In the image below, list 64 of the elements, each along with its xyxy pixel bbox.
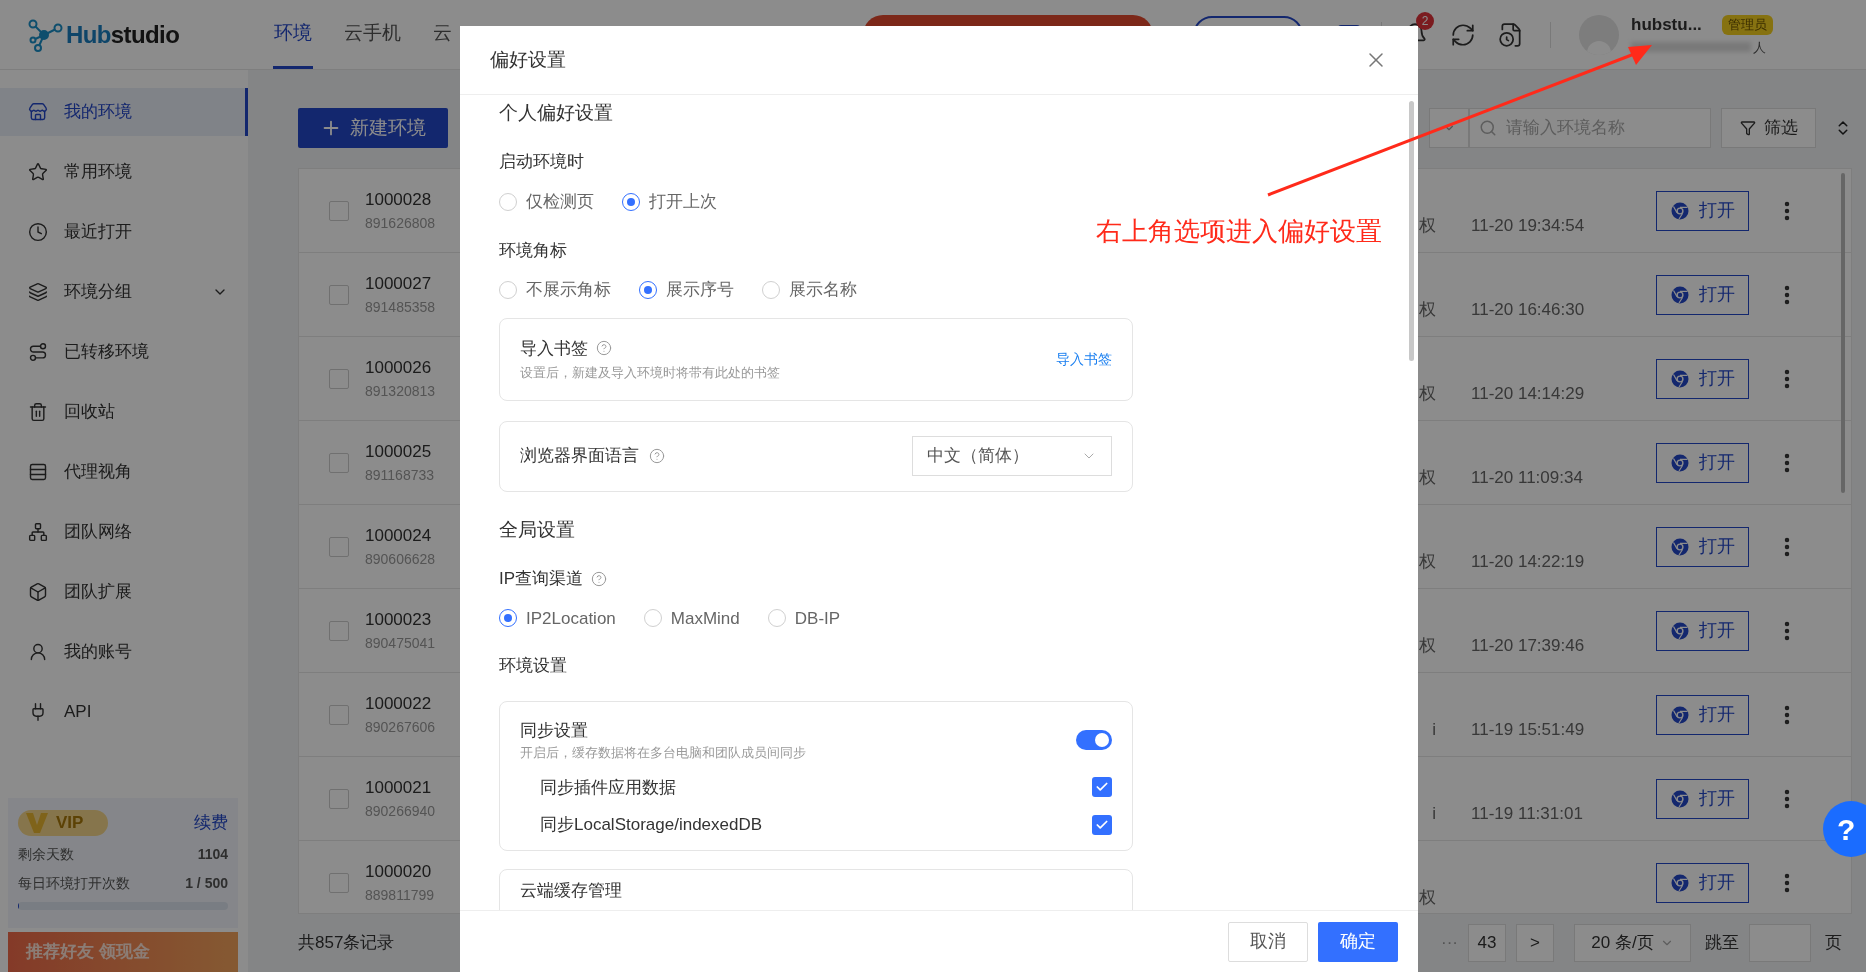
serial-number: 889811799 xyxy=(365,885,435,905)
card-title: 同步设置 xyxy=(520,719,589,742)
environment-id: 1000026 xyxy=(365,357,433,380)
serial-number: 890606628 xyxy=(365,549,436,569)
role-badge: 管理员 xyxy=(1721,15,1773,35)
record-count: 共857条记录 xyxy=(298,932,395,955)
serial-number: 890267606 xyxy=(365,717,436,737)
table-cell-text: 权 xyxy=(1419,550,1436,573)
environment-id: 1000025 xyxy=(365,441,433,464)
table-cell-text: 权 xyxy=(1419,298,1436,321)
jump-label: 跳至 xyxy=(1705,932,1739,955)
table-cell-text: i xyxy=(1432,802,1436,825)
time-cell-text: 11-20 14:14:29 xyxy=(1471,382,1586,405)
annotation-text: 右上角选项进入偏好设置 xyxy=(1096,215,1382,248)
environment-id: 1000028 xyxy=(365,189,433,212)
vip-badge: VIP xyxy=(18,810,108,836)
serial-number: 891320813 xyxy=(365,381,436,401)
environment-id: 1000022 xyxy=(365,693,433,716)
time-cell-text: 11-19 15:51:49 xyxy=(1471,718,1586,741)
notification-badge: 2 xyxy=(1416,11,1434,30)
time-cell-text: 11-20 14:22:19 xyxy=(1471,550,1586,573)
time-cell-text: 11-20 19:34:54 xyxy=(1471,214,1586,237)
environment-id: 1000020 xyxy=(365,861,433,884)
stat-value: 1 / 500 xyxy=(185,874,228,893)
section-title: 个人偏好设置 xyxy=(499,101,614,125)
table-cell-text: 权 xyxy=(1419,214,1436,237)
stat-label: 每日环境打开次数 xyxy=(18,874,130,893)
section-title: 环境设置 xyxy=(499,655,568,677)
time-cell-text: 11-20 16:46:30 xyxy=(1471,298,1586,321)
serial-number: 891168733 xyxy=(365,465,435,485)
table-cell-text: 权 xyxy=(1419,382,1436,405)
user-name: hubstu... xyxy=(1631,14,1702,36)
card-title: 云端缓存管理 xyxy=(520,880,622,900)
table-cell-text: i xyxy=(1432,718,1436,741)
time-cell-text: 11-19 11:31:01 xyxy=(1471,802,1584,825)
time-cell-text: 11-20 11:09:34 xyxy=(1471,466,1584,489)
sync-option-label: 同步插件应用数据 xyxy=(540,776,676,799)
serial-number: 891626808 xyxy=(365,213,436,233)
environment-id: 1000027 xyxy=(365,273,433,296)
card-description: 设置后，新建及导入环境时将带有此处的书签 xyxy=(520,364,780,382)
environment-id: 1000023 xyxy=(365,609,433,632)
team-name: 人 xyxy=(1753,38,1766,57)
serial-number: 890475041 xyxy=(365,633,436,653)
serial-number: 890266940 xyxy=(365,801,436,821)
page-unit: 页 xyxy=(1825,932,1842,955)
section-title: 全局设置 xyxy=(499,517,576,542)
logo-text: Hubstudio xyxy=(66,19,180,50)
setting-label: 环境角标 xyxy=(499,239,568,262)
dialog-title: 偏好设置 xyxy=(490,47,566,72)
setting-label: IP查询渠道 xyxy=(499,568,584,590)
time-cell-text: 11-20 17:39:46 xyxy=(1471,634,1586,657)
table-cell-text: 权 xyxy=(1419,634,1436,657)
setting-label: 启动环境时 xyxy=(499,150,585,173)
card-title: 浏览器界面语言 xyxy=(520,445,639,468)
card-title: 导入书签 xyxy=(520,337,588,360)
environment-id: 1000021 xyxy=(365,777,433,800)
serial-number: 891485358 xyxy=(365,297,436,317)
card-description: 开启后，缓存数据将在多台电脑和团队成员间同步 xyxy=(520,744,806,762)
stat-label: 剩余天数 xyxy=(18,845,74,864)
environment-id: 1000024 xyxy=(365,525,433,548)
table-cell-text: 权 xyxy=(1419,466,1436,489)
sync-option-label: 同步LocalStorage/indexedDB xyxy=(540,814,763,836)
stat-value: 1104 xyxy=(197,845,228,864)
table-cell-text: 权 xyxy=(1419,886,1436,909)
